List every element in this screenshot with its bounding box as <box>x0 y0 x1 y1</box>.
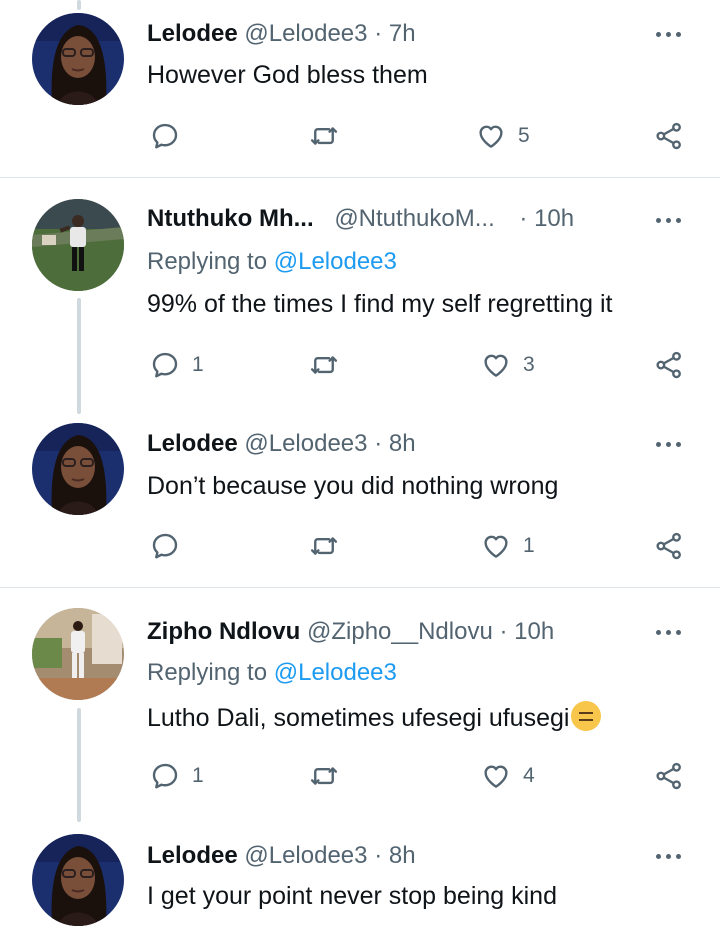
like-count: 1 <box>523 534 535 557</box>
user-handle[interactable]: @Lelodee3 <box>244 20 367 47</box>
timestamp[interactable]: 10h <box>514 618 554 645</box>
separator: · <box>374 20 383 47</box>
tweet-text: Don’t because you did nothing wrong <box>147 472 559 500</box>
like-icon <box>476 121 506 151</box>
reply-button[interactable]: 1 <box>150 759 204 793</box>
mention-link[interactable]: @Lelodee3 <box>274 248 397 275</box>
share-icon <box>654 531 684 561</box>
reply-icon <box>150 761 180 791</box>
tweet-text: I get your point never stop being kind <box>147 882 557 910</box>
thread-line <box>77 708 81 822</box>
like-icon <box>481 350 511 380</box>
like-icon <box>481 531 511 561</box>
more-icon[interactable] <box>652 622 686 642</box>
avatar-image <box>32 608 124 700</box>
reply-button[interactable] <box>150 529 180 563</box>
tweet[interactable]: Lelodee @Lelodee3 · 8h I get your point … <box>0 822 720 930</box>
like-icon <box>481 761 511 791</box>
share-icon <box>654 761 684 791</box>
reply-count: 1 <box>192 353 204 376</box>
reply-count: 1 <box>192 764 204 787</box>
separator: · <box>374 842 383 869</box>
avatar[interactable] <box>32 834 124 926</box>
tweet-header: Lelodee @Lelodee3 · 7h <box>147 20 416 48</box>
avatar-image <box>32 199 124 291</box>
tweet-header: Lelodee @Lelodee3 · 8h <box>147 430 416 458</box>
like-count: 3 <box>523 353 535 376</box>
user-handle[interactable]: @NtuthukoM... <box>334 205 494 232</box>
retweet-icon <box>309 761 339 791</box>
share-button[interactable] <box>654 119 684 153</box>
tweet-header: Zipho Ndlovu @Zipho__Ndlovu · 10h <box>147 618 554 646</box>
tweet-header: Lelodee @Lelodee3 · 8h <box>147 842 416 870</box>
mention-link[interactable]: @Lelodee3 <box>274 659 397 686</box>
reply-button[interactable] <box>150 119 180 153</box>
avatar[interactable] <box>32 13 124 105</box>
thread-line <box>77 0 81 10</box>
tweet[interactable]: Zipho Ndlovu @Zipho__Ndlovu · 10h Replyi… <box>0 588 720 822</box>
share-button[interactable] <box>654 348 684 382</box>
retweet-icon <box>309 531 339 561</box>
reply-button[interactable]: 1 <box>150 348 204 382</box>
timestamp[interactable]: 8h <box>389 430 416 457</box>
retweet-button[interactable] <box>309 348 339 382</box>
tweet-header: Ntuthuko Mh... @NtuthukoM... · 10h <box>147 205 574 233</box>
like-count: 5 <box>518 124 530 147</box>
like-button[interactable]: 4 <box>481 759 535 793</box>
display-name[interactable]: Zipho Ndlovu <box>147 618 300 645</box>
tweet-text-content: Lutho Dali, sometimes ufesegi ufusegi <box>147 704 570 732</box>
separator: · <box>374 430 383 457</box>
user-handle[interactable]: @Zipho__Ndlovu <box>307 618 493 645</box>
retweet-button[interactable] <box>309 759 339 793</box>
tweet-text: Lutho Dali, sometimes ufesegi ufusegi <box>147 701 602 733</box>
tweet[interactable]: Ntuthuko Mh... @NtuthukoM... · 10h Reply… <box>0 178 720 414</box>
replying-label: Replying to <box>147 248 268 275</box>
replying-to: Replying to @Lelodee3 <box>147 248 397 276</box>
replying-label: Replying to <box>147 659 268 686</box>
retweet-button[interactable] <box>309 119 339 153</box>
reply-icon <box>150 531 180 561</box>
avatar-image <box>32 834 124 926</box>
display-name[interactable]: Lelodee <box>147 20 238 47</box>
timestamp[interactable]: 7h <box>389 20 416 47</box>
like-button[interactable]: 5 <box>476 119 530 153</box>
reply-icon <box>150 350 180 380</box>
avatar-image <box>32 13 124 105</box>
avatar[interactable] <box>32 608 124 700</box>
more-icon[interactable] <box>652 846 686 866</box>
avatar-image <box>32 423 124 515</box>
like-count: 4 <box>523 764 535 787</box>
expressionless-face-icon <box>571 701 602 731</box>
tweet-text: 99% of the times I find my self regretti… <box>147 290 613 318</box>
retweet-icon <box>309 350 339 380</box>
tweet[interactable]: Lelodee @Lelodee3 · 7h However God bless… <box>0 0 720 178</box>
thread-line <box>77 298 81 414</box>
separator: · <box>519 205 528 232</box>
avatar[interactable] <box>32 199 124 291</box>
tweet[interactable]: Lelodee @Lelodee3 · 8h Don’t because you… <box>0 410 720 588</box>
display-name[interactable]: Ntuthuko Mh... <box>147 205 314 232</box>
replying-to: Replying to @Lelodee3 <box>147 659 397 687</box>
user-handle[interactable]: @Lelodee3 <box>244 430 367 457</box>
share-button[interactable] <box>654 759 684 793</box>
share-icon <box>654 350 684 380</box>
reply-icon <box>150 121 180 151</box>
retweet-icon <box>309 121 339 151</box>
like-button[interactable]: 1 <box>481 529 535 563</box>
share-button[interactable] <box>654 529 684 563</box>
more-icon[interactable] <box>652 210 686 230</box>
retweet-button[interactable] <box>309 529 339 563</box>
like-button[interactable]: 3 <box>481 348 535 382</box>
avatar[interactable] <box>32 423 124 515</box>
separator: · <box>499 618 508 645</box>
more-icon[interactable] <box>652 434 686 454</box>
user-handle[interactable]: @Lelodee3 <box>244 842 367 869</box>
timestamp[interactable]: 10h <box>534 205 574 232</box>
more-icon[interactable] <box>652 24 686 44</box>
display-name[interactable]: Lelodee <box>147 430 238 457</box>
display-name[interactable]: Lelodee <box>147 842 238 869</box>
timestamp[interactable]: 8h <box>389 842 416 869</box>
tweet-text: However God bless them <box>147 61 428 89</box>
share-icon <box>654 121 684 151</box>
